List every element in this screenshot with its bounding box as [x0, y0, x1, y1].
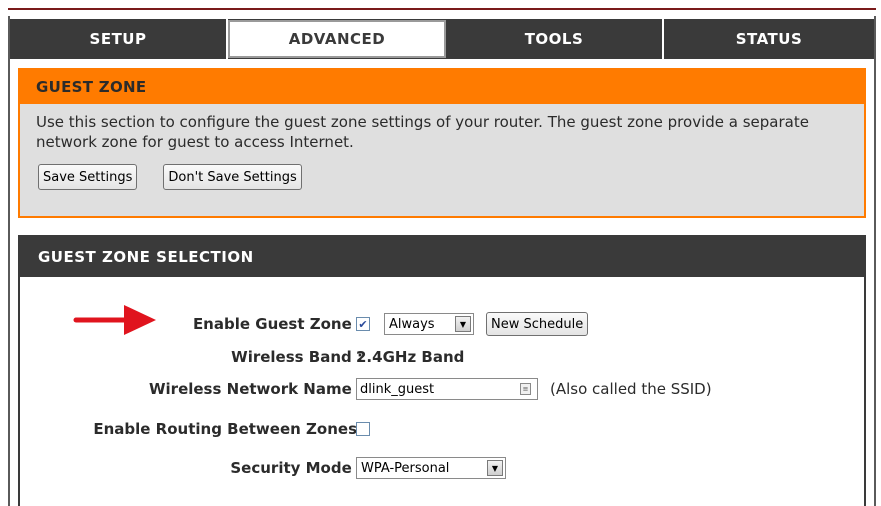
- security-mode-row: Security Mode : WPA-Personal ▼: [20, 453, 864, 483]
- wireless-band-row: Wireless Band : 2.4GHz Band: [20, 342, 864, 372]
- top-border: [8, 8, 876, 13]
- settings-button-row: Save Settings Don't Save Settings: [38, 164, 864, 190]
- wireless-network-name-value: dlink_guest: [360, 381, 435, 397]
- wireless-network-name-controls: dlink_guest ≡ (Also called the SSID): [356, 378, 712, 400]
- dont-save-settings-button[interactable]: Don't Save Settings: [163, 164, 302, 190]
- ssid-note: (Also called the SSID): [550, 380, 712, 398]
- tab-status[interactable]: STATUS: [664, 19, 874, 59]
- enable-routing-controls: [356, 422, 370, 436]
- wireless-network-name-row: Wireless Network Name : dlink_guest ≡ (A…: [20, 374, 864, 404]
- wireless-network-name-input[interactable]: dlink_guest ≡: [356, 378, 538, 400]
- tab-tools[interactable]: TOOLS: [446, 19, 664, 59]
- guest-zone-selection-panel: GUEST ZONE SELECTION Enable Guest Zone :…: [18, 235, 866, 506]
- enable-routing-label: Enable Routing Between Zones:: [93, 420, 363, 438]
- enable-routing-row: Enable Routing Between Zones:: [20, 414, 864, 444]
- schedule-select[interactable]: Always ▼: [384, 313, 474, 335]
- wireless-band-value: 2.4GHz Band: [356, 348, 465, 366]
- guest-zone-selection-title: GUEST ZONE SELECTION: [20, 237, 864, 277]
- guest-zone-panel: GUEST ZONE Use this section to configure…: [18, 68, 866, 218]
- save-settings-button[interactable]: Save Settings: [38, 164, 138, 190]
- security-mode-label: Security Mode :: [230, 459, 363, 477]
- chevron-down-icon: ▼: [487, 460, 503, 476]
- input-helper-icon: ≡: [520, 383, 531, 395]
- tab-advanced[interactable]: ADVANCED: [228, 20, 446, 58]
- wireless-network-name-label: Wireless Network Name :: [148, 380, 363, 398]
- new-schedule-button[interactable]: New Schedule: [486, 312, 589, 336]
- wireless-band-label: Wireless Band :: [231, 348, 363, 366]
- red-arrow-icon: [73, 305, 156, 335]
- wireless-band-controls: 2.4GHz Band: [356, 348, 464, 366]
- enable-guest-zone-label: Enable Guest Zone :: [192, 315, 363, 333]
- guest-zone-title: GUEST ZONE: [20, 70, 864, 104]
- tab-setup[interactable]: SETUP: [10, 19, 228, 59]
- enable-routing-checkbox[interactable]: [356, 422, 370, 436]
- chevron-down-icon: ▼: [455, 316, 471, 332]
- security-mode-select-value: WPA-Personal: [361, 460, 450, 476]
- security-mode-select[interactable]: WPA-Personal ▼: [356, 457, 506, 479]
- check-mark-icon: ✔: [358, 317, 368, 331]
- main-nav-tabs: SETUP ADVANCED TOOLS STATUS: [10, 19, 874, 59]
- schedule-select-value: Always: [389, 316, 435, 332]
- security-mode-controls: WPA-Personal ▼: [356, 457, 506, 479]
- enable-guest-zone-checkbox[interactable]: ✔: [356, 317, 370, 331]
- enable-guest-zone-controls: ✔ Always ▼ New Schedule: [356, 312, 589, 336]
- guest-zone-description: Use this section to configure the guest …: [36, 113, 809, 151]
